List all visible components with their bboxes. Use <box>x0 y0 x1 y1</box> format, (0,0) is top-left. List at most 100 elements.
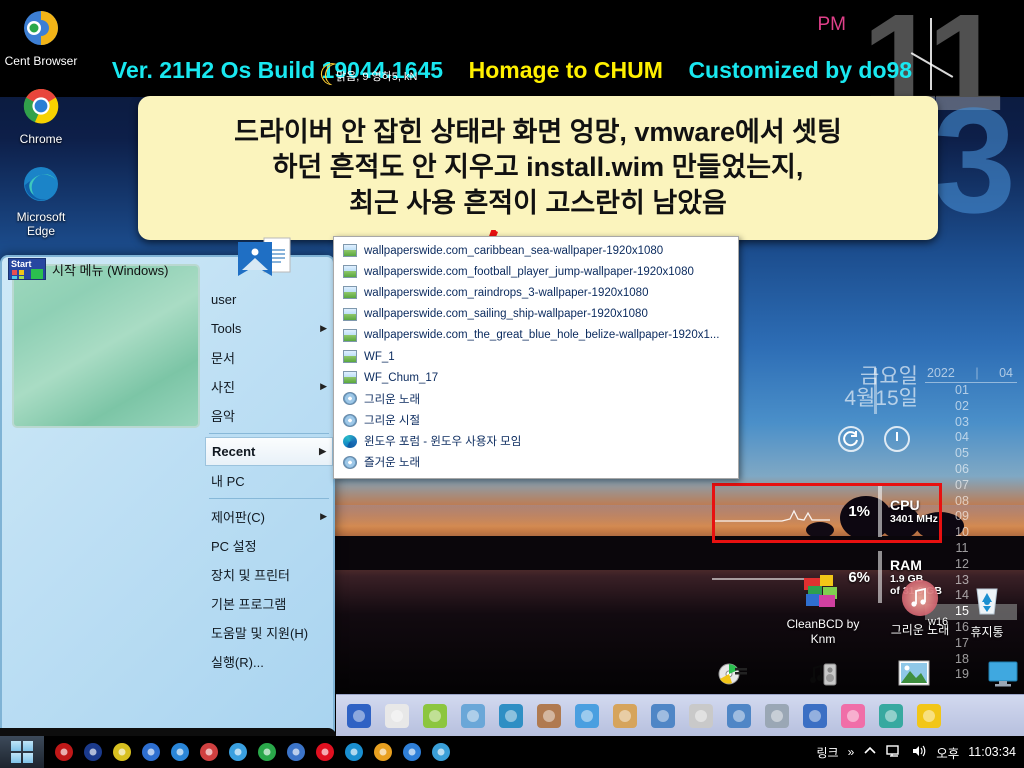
desktop-icon-label: CleanBCD by Knm <box>786 617 860 646</box>
shield-icon[interactable] <box>141 742 161 762</box>
start-menu-item[interactable]: 장치 및 프린터 <box>205 560 333 589</box>
chrome-icon[interactable] <box>373 742 393 762</box>
acronis-icon[interactable] <box>344 701 374 731</box>
desktop-icon-microsoft-edge[interactable]: Microsoft Edge <box>2 164 80 238</box>
blue-flag-icon[interactable] <box>800 701 830 731</box>
hdd-restore-icon[interactable] <box>420 701 450 731</box>
desktop-icon-label: 그리운 노래 <box>890 623 950 637</box>
teal-book-icon[interactable] <box>876 701 906 731</box>
printer-setup-icon[interactable] <box>762 701 792 731</box>
start-menu-item[interactable]: Tools ▶ <box>205 314 333 343</box>
gadget-divider <box>878 485 882 537</box>
desktop-icon-cent-browser[interactable]: Cent Browser <box>2 8 80 69</box>
plug-blue2-icon[interactable] <box>724 701 754 731</box>
recent-list-item[interactable]: 그리운 시절 <box>334 410 738 431</box>
tray-time-prefix[interactable]: 오후 <box>936 743 959 762</box>
w16-label: w16 <box>928 616 949 628</box>
cd-disc-icon[interactable] <box>534 701 564 731</box>
recent-list-item[interactable]: WF_1 <box>334 346 738 367</box>
start-menu-item[interactable]: 기본 프로그램 <box>205 589 333 618</box>
recent-list-item[interactable]: 그리운 노래 <box>334 388 738 409</box>
start-menu-item[interactable]: 도움말 및 지원(H) <box>205 618 333 647</box>
cd-burner-icon[interactable] <box>718 660 748 690</box>
moon-blue-icon[interactable] <box>170 742 190 762</box>
start-menu-item[interactable]: 내 PC <box>205 466 333 495</box>
utorrent-icon[interactable] <box>257 742 277 762</box>
opera-icon[interactable] <box>315 742 335 762</box>
tray-links-label[interactable]: 링크 <box>816 744 838 761</box>
start-menu-item[interactable]: 사진 ▶ <box>205 372 333 401</box>
recent-list-item[interactable]: wallpaperswide.com_sailing_ship-wallpape… <box>334 304 738 325</box>
monitor-icon[interactable] <box>988 660 1018 690</box>
calendar-day[interactable]: 03 <box>925 415 1017 431</box>
magic-wand-icon[interactable] <box>458 701 488 731</box>
banner-homage: Homage to CHUM <box>468 57 663 83</box>
calendar-day[interactable]: 07 <box>925 478 1017 494</box>
desktop-icon-cleanbcd[interactable]: CleanBCD by Knm <box>782 570 864 646</box>
start-menu-item[interactable]: 실행(R)... <box>205 647 333 676</box>
start-menu-item[interactable]: PC 설정 <box>205 531 333 560</box>
yellow-play-icon[interactable] <box>914 701 944 731</box>
triangle-tool-icon[interactable] <box>496 701 526 731</box>
recent-list-item[interactable]: wallpaperswide.com_caribbean_sea-wallpap… <box>334 240 738 261</box>
chevron-right-icon: ▶ <box>320 381 327 391</box>
yellow-broom-icon[interactable] <box>112 742 132 762</box>
calendar-day[interactable]: 04 <box>925 430 1017 446</box>
calendar-day[interactable]: 01 <box>925 383 1017 399</box>
recent-list-item[interactable]: WF_Chum_17 <box>334 367 738 388</box>
screen-capture-icon[interactable] <box>382 701 412 731</box>
four-squares-icon[interactable] <box>572 701 602 731</box>
desktop-icon-label: Chrome <box>19 131 63 146</box>
tray-links-chevron[interactable]: » <box>848 745 855 759</box>
network-icon[interactable] <box>886 744 902 761</box>
archive-box-icon[interactable] <box>610 701 640 731</box>
download-icon[interactable] <box>286 742 306 762</box>
restart-circle-icon[interactable] <box>838 426 864 452</box>
recent-list-item[interactable]: wallpaperswide.com_football_player_jump-… <box>334 261 738 282</box>
recent-list-item[interactable]: wallpaperswide.com_the_great_blue_hole_b… <box>334 325 738 346</box>
blue-circle-icon[interactable] <box>83 742 103 762</box>
monitor-icon[interactable] <box>431 742 451 762</box>
photo-viewer-icon[interactable] <box>898 660 930 690</box>
calendar-day[interactable]: 11 <box>925 541 1017 557</box>
palette-icon[interactable] <box>199 742 219 762</box>
recent-list-item[interactable]: 윈도우 포럼 - 윈도우 사용자 모임 <box>334 431 738 452</box>
calendar-day[interactable]: 02 <box>925 399 1017 415</box>
taskbar-icon-row <box>44 742 816 762</box>
balloon-line-3: 최근 사용 흔적이 고스란히 남았음 <box>349 187 727 218</box>
chevron-up-icon[interactable] <box>863 745 877 760</box>
power-icon[interactable] <box>884 426 910 452</box>
recent-list-item-label: 윈도우 포럼 - 윈도우 사용자 모임 <box>364 436 522 449</box>
start-menu-item-label: user <box>211 292 237 307</box>
music-speaker-icon[interactable] <box>808 660 838 690</box>
start-menu-item[interactable]: 문서 <box>205 343 333 372</box>
desktop-banner-text: Ver. 21H2 Os Build 19044.1645 Homage to … <box>0 57 1024 84</box>
recent-list-item[interactable]: wallpaperswide.com_raindrops_3-wallpaper… <box>334 282 738 303</box>
windows-pink-icon[interactable] <box>838 701 868 731</box>
start-menu-item[interactable]: Recent ▶ <box>205 437 333 466</box>
red-grid-icon[interactable] <box>54 742 74 762</box>
recent-list-item-label: wallpaperswide.com_football_player_jump-… <box>364 265 694 278</box>
edge-icon[interactable] <box>344 742 364 762</box>
desktop-icon-label: 휴지통 <box>970 625 1004 639</box>
calendar-day[interactable]: 06 <box>925 462 1017 478</box>
start-menu-item[interactable]: 제어판(C) ▶ <box>205 502 333 531</box>
desktop-icon-chrome[interactable]: Chrome <box>2 86 80 147</box>
tray-clock[interactable]: 11:03:34 <box>968 745 1016 759</box>
calendar-day[interactable]: 09 <box>925 509 1017 525</box>
desktop-icon-music[interactable]: 그리운 노래 <box>875 578 965 638</box>
calendar-day[interactable]: 08 <box>925 494 1017 510</box>
calendar-day[interactable]: 12 <box>925 557 1017 573</box>
cent-browser-icon[interactable] <box>402 742 422 762</box>
start-menu-item[interactable]: 음악 <box>205 401 333 430</box>
calendar-day[interactable]: 05 <box>925 446 1017 462</box>
recent-list-item[interactable]: 즐거운 노래 <box>334 452 738 473</box>
desktop-icon-recycle-bin[interactable]: 휴지통 <box>957 580 1017 640</box>
calendar-day[interactable]: 10 <box>925 525 1017 541</box>
cpu-percent: 1% <box>848 502 870 520</box>
floppy-gray-icon[interactable] <box>686 701 716 731</box>
start-button[interactable] <box>0 736 44 768</box>
volume-icon[interactable] <box>911 744 927 761</box>
camera-icon[interactable] <box>228 742 248 762</box>
plug-blue-icon[interactable] <box>648 701 678 731</box>
